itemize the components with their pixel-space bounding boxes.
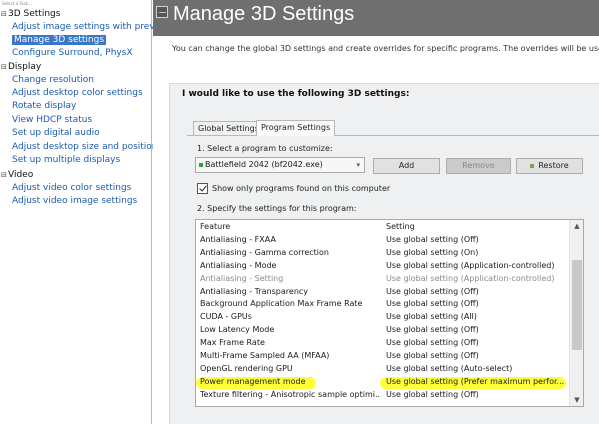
settings-table-header: Feature Setting [196,220,570,233]
setting-cell[interactable]: Use global setting (Prefer maximum perfo… [386,376,568,389]
settings-panel: I would like to use the following 3D set… [169,83,599,424]
page-description: You can change the global 3D settings an… [172,44,599,53]
restore-button[interactable]: Restore [516,158,583,174]
feature-cell: Antialiasing - Mode [200,260,277,270]
setting-cell[interactable]: Use global setting (Off) [386,350,568,363]
table-row[interactable]: Antialiasing - Transparency Use global se… [196,286,570,299]
table-row[interactable]: Antialiasing - Gamma correction Use globa… [196,247,570,260]
settings-rows: Antialiasing - FXAA Use global setting (O… [196,234,570,402]
nav-item-hdcp-status[interactable]: View HDCP status [0,114,92,127]
feature-cell: Texture filtering - Anisotropic sample o… [200,389,380,399]
nav-item-change-resolution[interactable]: Change resolution [0,74,94,87]
feature-cell: Antialiasing - Gamma correction [200,247,329,257]
nav-item-configure-surround[interactable]: Configure Surround, PhysX [0,47,133,60]
feature-cell: Antialiasing - FXAA [200,235,276,244]
setting-cell[interactable]: Use global setting (Off) [386,298,568,311]
program-icon [199,162,203,167]
nav-item-digital-audio[interactable]: Set up digital audio [0,127,100,140]
nav-item-adjust-image-settings[interactable]: Adjust image settings with preview [0,21,170,34]
tab-global-settings[interactable]: Global Settings [193,121,264,136]
page-title: Manage 3D Settings [173,3,355,25]
show-only-label[interactable]: Show only programs found on this compute… [212,184,390,193]
table-row[interactable]: Antialiasing - Mode Use global setting (A… [196,260,570,273]
chevron-down-icon: ▾ [356,161,360,169]
section-heading: I would like to use the following 3D set… [182,89,410,99]
category-display[interactable]: ⊟Display [0,61,41,74]
collapse-icon[interactable]: ⊟ [1,8,8,21]
setting-cell[interactable]: Use global setting (On) [386,247,568,260]
feature-cell: OpenGL rendering GPU [200,363,293,373]
step1-label: 1. Select a program to customize: [197,144,333,153]
show-only-checkbox[interactable] [197,183,208,194]
restore-icon [530,163,535,168]
feature-cell: Antialiasing - Setting [200,273,284,283]
setting-cell[interactable]: Use global setting (All) [386,311,568,324]
nav-item-video-color[interactable]: Adjust video color settings [0,182,131,195]
feature-cell: Power management mode [200,376,306,386]
column-header-setting: Setting [386,222,415,231]
table-row[interactable]: Power management mode Use global setting … [196,376,570,389]
step2-label: 2. Specify the settings for this program… [197,204,357,213]
setting-cell[interactable]: Use global setting (Off) [386,234,568,247]
category-label: Video [8,170,34,180]
table-row[interactable]: Antialiasing - Setting Use global setting… [196,273,570,286]
category-video[interactable]: ⊟Video [0,169,33,182]
setting-cell[interactable]: Use global setting (Application-controll… [386,273,568,286]
category-label: 3D Settings [8,9,61,19]
collapse-icon[interactable]: ⊟ [1,169,8,182]
table-row[interactable]: Max Frame Rate Use global setting (Off) [196,337,570,350]
table-row[interactable]: Multi-Frame Sampled AA (MFAA) Use global … [196,350,570,363]
scrollbar-thumb[interactable] [572,260,582,350]
tab-program-settings[interactable]: Program Settings [256,120,336,136]
table-row[interactable]: Texture filtering - Anisotropic sample o… [196,389,570,402]
nav-item-desktop-size[interactable]: Adjust desktop size and position [0,141,158,154]
scroll-up-icon[interactable]: ▲ [572,221,582,231]
nav-item-video-image[interactable]: Adjust video image settings [0,195,137,208]
feature-cell: Low Latency Mode [200,325,275,335]
table-row[interactable]: Antialiasing - FXAA Use global setting (O… [196,234,570,247]
category-label: Display [8,62,42,72]
content-pane: Manage 3D Settings You can change the gl… [153,0,599,424]
nvidia-badge-icon [156,6,168,18]
nav-item-desktop-color[interactable]: Adjust desktop color settings [0,87,143,100]
feature-cell: CUDA - GPUs [200,312,252,322]
feature-cell: Max Frame Rate [200,338,265,348]
nav-item-multiple-displays[interactable]: Set up multiple displays [0,154,120,167]
add-button[interactable]: Add [373,158,440,174]
setting-cell[interactable]: Use global setting (Off) [386,286,568,299]
feature-cell: Antialiasing - Transparency [200,286,309,296]
nav-item-rotate-display[interactable]: Rotate display [0,100,76,113]
table-row[interactable]: OpenGL rendering GPU Use global setting (… [196,363,570,376]
collapse-icon[interactable]: ⊟ [1,61,8,74]
table-row[interactable]: Background Application Max Frame Rate Use… [196,298,570,311]
setting-cell[interactable]: Use global setting (Off) [386,389,568,402]
settings-table: Feature Setting Antialiasing - FXAA Use g… [195,219,584,407]
table-row[interactable]: Low Latency Mode Use global setting (Off) [196,324,570,337]
table-row[interactable]: CUDA - GPUs Use global setting (All) [196,311,570,324]
nav-item-manage-3d-settings[interactable]: Manage 3D settings [0,34,107,47]
program-select[interactable]: Battlefield 2042 (bf2042.exe) ▾ [195,157,365,173]
feature-cell: Multi-Frame Sampled AA (MFAA) [200,351,330,361]
feature-cell: Background Application Max Frame Rate [200,299,363,309]
setting-cell[interactable]: Use global setting (Application-controll… [386,260,568,273]
task-tree-caption: Select a Task... [2,1,32,6]
scroll-down-icon[interactable]: ▼ [572,395,582,405]
category-3d-settings[interactable]: ⊟3D Settings [0,8,60,21]
setting-cell[interactable]: Use global setting (Off) [386,324,568,337]
setting-cell[interactable]: Use global setting (Auto-select) [386,363,568,376]
remove-button[interactable]: Remove [446,158,511,174]
vertical-scrollbar[interactable]: ▲ ▼ [569,220,583,406]
restore-label: Restore [538,161,569,170]
program-select-value: Battlefield 2042 (bf2042.exe) [205,160,323,169]
column-header-feature: Feature [200,222,231,231]
task-tree: Select a Task... ⊟3D Settings Adjust ima… [0,0,170,424]
setting-cell[interactable]: Use global setting (Off) [386,337,568,350]
header-band: Manage 3D Settings [153,0,599,36]
